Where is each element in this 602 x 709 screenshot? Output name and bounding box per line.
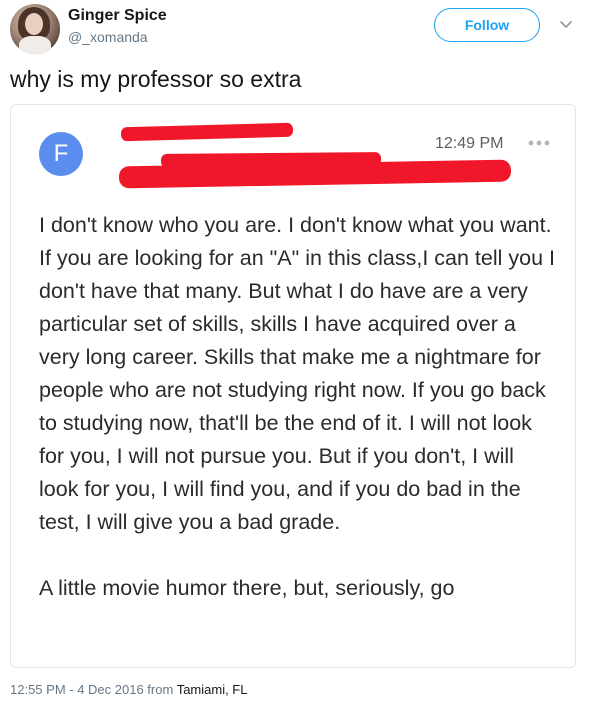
tweet-location[interactable]: Tamiami, FL (177, 682, 248, 697)
tweet-footer: 12:55 PM - 4 Dec 2016 from Tamiami, FL (10, 682, 247, 697)
user-handle[interactable]: @_xomanda (68, 29, 148, 45)
follow-button[interactable]: Follow (434, 8, 540, 42)
display-name[interactable]: Ginger Spice (68, 7, 167, 25)
tweet-text: why is my professor so extra (10, 66, 302, 92)
email-paragraph: A little movie humor there, but, serious… (39, 576, 455, 600)
email-paragraph: I don't know who you are. I don't know w… (39, 213, 555, 534)
email-sender-avatar: F (39, 132, 83, 176)
email-time: 12:49 PM (435, 135, 504, 152)
avatar-body (19, 36, 51, 54)
redaction-mark (120, 122, 294, 142)
avatar-face (25, 13, 43, 35)
tweet-timestamp[interactable]: 12:55 PM - 4 Dec 2016 from (10, 682, 177, 697)
chevron-down-icon[interactable] (558, 16, 574, 32)
tweet-header: Ginger Spice @_xomanda Follow (0, 0, 602, 60)
email-body: I don't know who you are. I don't know w… (39, 209, 559, 605)
email-screenshot-card[interactable]: F 12:49 PM I don't know who you are. I d… (10, 104, 576, 668)
avatar[interactable] (10, 4, 60, 54)
more-dots-icon (527, 135, 553, 152)
